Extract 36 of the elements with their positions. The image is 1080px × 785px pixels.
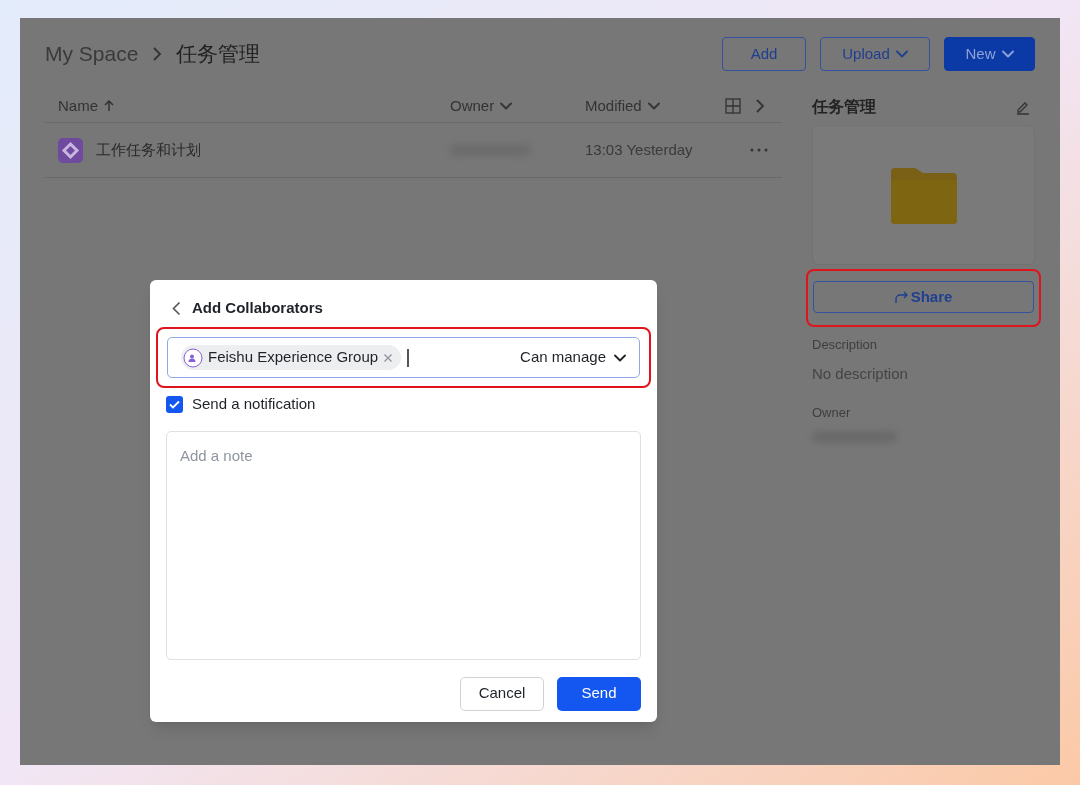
grid-view-icon[interactable]	[725, 98, 741, 114]
back-icon[interactable]	[172, 300, 181, 316]
close-icon[interactable]	[383, 352, 394, 363]
dialog-button[interactable]: Cancel	[460, 676, 544, 711]
note-field[interactable]: Add a note	[166, 430, 641, 660]
dialog-button[interactable]: Send	[557, 676, 641, 711]
modified-time: 13:03 Yesterday	[585, 139, 694, 160]
column-header[interactable]: Owner	[450, 94, 585, 118]
breadcrumb-link[interactable]: My Space	[45, 38, 139, 70]
toolbar-button[interactable]: Upload	[820, 37, 930, 71]
chevron-down-icon	[614, 353, 626, 362]
share-button[interactable]: Share	[813, 281, 1034, 313]
description-label: Description	[812, 336, 879, 354]
chevron-right-icon	[152, 46, 163, 62]
toolbar-button[interactable]: Add	[722, 37, 806, 71]
more-icon[interactable]	[750, 148, 768, 152]
group-icon	[183, 347, 203, 368]
column-header[interactable]: Modified	[585, 94, 725, 118]
permission-dropdown[interactable]: Can manage	[520, 346, 626, 369]
collaborator-chip[interactable]: Feishu Experience Group	[181, 345, 402, 370]
breadcrumb-current: 任务管理	[176, 41, 261, 68]
app-icon	[58, 137, 83, 163]
text-cursor	[407, 348, 409, 367]
details-title: 任务管理	[812, 96, 876, 117]
chevron-right-icon[interactable]	[755, 98, 765, 114]
toolbar-button[interactable]: New	[944, 37, 1035, 71]
folder-icon	[890, 166, 957, 224]
notification-label: Send a notification	[192, 394, 316, 414]
share-icon	[894, 290, 908, 304]
file-name[interactable]: 工作任务和计划	[96, 138, 450, 162]
collaborator-input[interactable]: Feishu Experience Group Can manage	[167, 337, 640, 378]
check-icon	[169, 399, 180, 409]
dialog-title: Add Collaborators	[192, 297, 323, 318]
owner-label: Owner	[812, 404, 852, 422]
notification-checkbox[interactable]	[166, 395, 183, 413]
column-header[interactable]: Name	[58, 94, 450, 118]
